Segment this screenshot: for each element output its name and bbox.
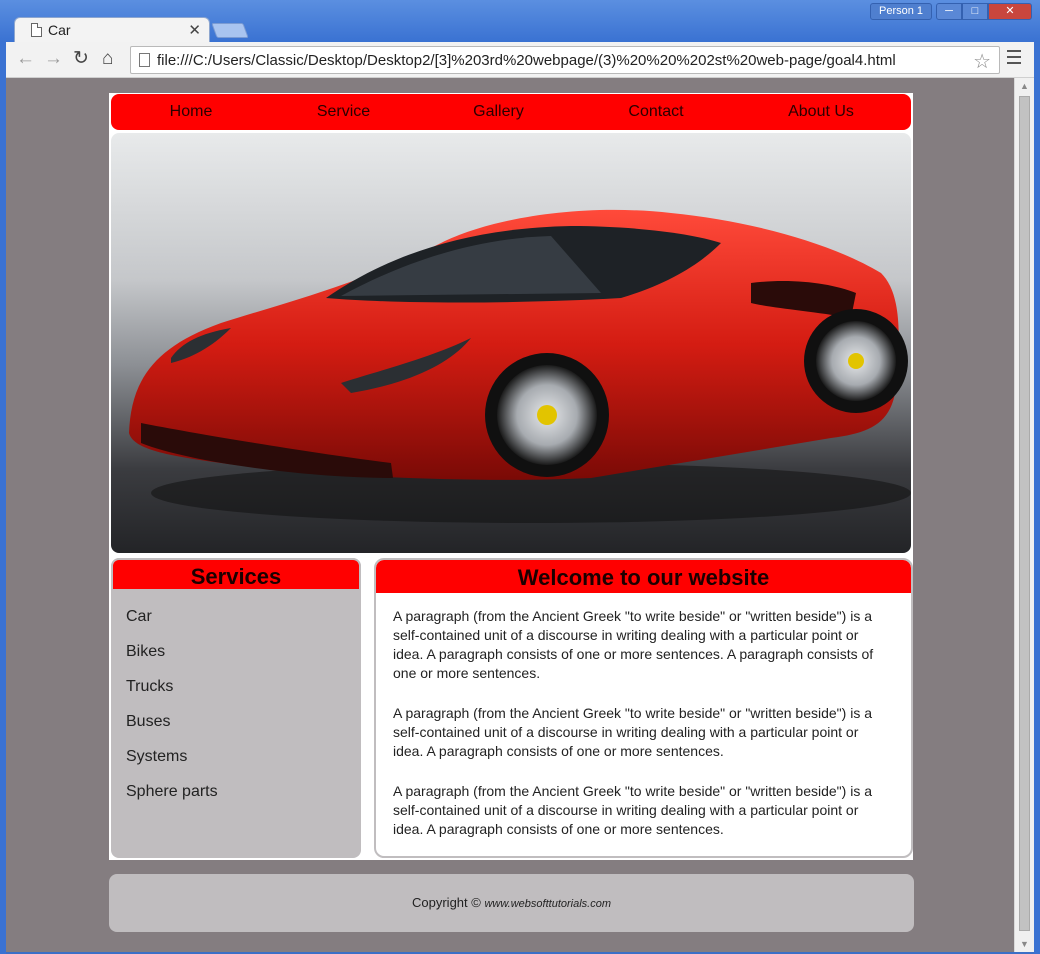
browser-tab[interactable]: Car ✕ — [14, 17, 210, 43]
window-frame-right — [1034, 42, 1040, 954]
service-item-systems[interactable]: Systems — [126, 744, 361, 779]
welcome-heading: Welcome to our website — [376, 560, 911, 593]
welcome-paragraph-3: A paragraph (from the Ancient Greek "to … — [393, 783, 872, 837]
file-page-icon — [139, 53, 150, 67]
nav-about-us[interactable]: About Us — [731, 103, 911, 121]
service-item-bikes[interactable]: Bikes — [126, 639, 361, 674]
chrome-menu-icon[interactable] — [1007, 50, 1021, 68]
scroll-down-arrow-icon[interactable]: ▼ — [1020, 939, 1029, 949]
welcome-paragraph-1: A paragraph (from the Ancient Greek "to … — [393, 608, 874, 681]
page-icon — [31, 23, 42, 37]
page-footer: Copyright © www.websofttutorials.com — [109, 874, 914, 932]
hero-car-image — [111, 133, 911, 553]
window-titlebar: Car ✕ Person 1 ─ □ ✕ — [0, 0, 1040, 43]
services-list: Car Bikes Trucks Buses Systems Sphere pa… — [111, 591, 361, 814]
close-window-button[interactable]: ✕ — [988, 3, 1032, 20]
welcome-paragraph-2: A paragraph (from the Ancient Greek "to … — [393, 705, 872, 759]
home-icon[interactable]: ⌂ — [102, 48, 113, 70]
browser-toolbar: ← → ↻ ⌂ file:///C:/Users/Classic/Desktop… — [6, 42, 1034, 78]
service-item-buses[interactable]: Buses — [126, 709, 361, 744]
services-heading: Services — [111, 558, 361, 591]
nav-service[interactable]: Service — [271, 103, 416, 121]
vertical-scrollbar[interactable]: ▲ ▼ — [1014, 78, 1034, 952]
reload-icon[interactable]: ↻ — [73, 48, 89, 70]
tab-close-icon[interactable]: ✕ — [188, 21, 201, 39]
scroll-up-arrow-icon[interactable]: ▲ — [1020, 81, 1029, 91]
main-nav: Home Service Gallery Contact About Us — [111, 94, 911, 130]
welcome-section: Welcome to our website A paragraph (from… — [374, 558, 913, 858]
footer-site-link[interactable]: www.websofttutorials.com — [484, 898, 611, 910]
bookmark-star-icon[interactable]: ☆ — [973, 49, 991, 74]
url-text[interactable]: file:///C:/Users/Classic/Desktop/Desktop… — [157, 52, 896, 69]
services-sidebar: Services Car Bikes Trucks Buses Systems … — [111, 558, 361, 858]
page-viewport: Home Service Gallery Contact About Us Se… — [6, 78, 1014, 952]
service-item-sphere-parts[interactable]: Sphere parts — [126, 779, 361, 814]
address-bar[interactable]: file:///C:/Users/Classic/Desktop/Desktop… — [130, 46, 1000, 74]
service-item-car[interactable]: Car — [126, 604, 361, 639]
page-container: Home Service Gallery Contact About Us Se… — [109, 93, 913, 860]
maximize-button[interactable]: □ — [962, 3, 988, 20]
minimize-button[interactable]: ─ — [936, 3, 962, 20]
copyright-text: Copyright © — [412, 895, 481, 910]
back-arrow-icon[interactable]: ← — [16, 48, 35, 70]
forward-arrow-icon[interactable]: → — [44, 48, 63, 70]
new-tab-button[interactable] — [211, 23, 249, 38]
nav-home[interactable]: Home — [111, 103, 271, 121]
service-item-trucks[interactable]: Trucks — [126, 674, 361, 709]
nav-contact[interactable]: Contact — [581, 103, 731, 121]
nav-gallery[interactable]: Gallery — [416, 103, 581, 121]
profile-button[interactable]: Person 1 — [870, 3, 932, 20]
tab-title: Car — [48, 22, 71, 38]
scroll-thumb[interactable] — [1019, 96, 1030, 931]
